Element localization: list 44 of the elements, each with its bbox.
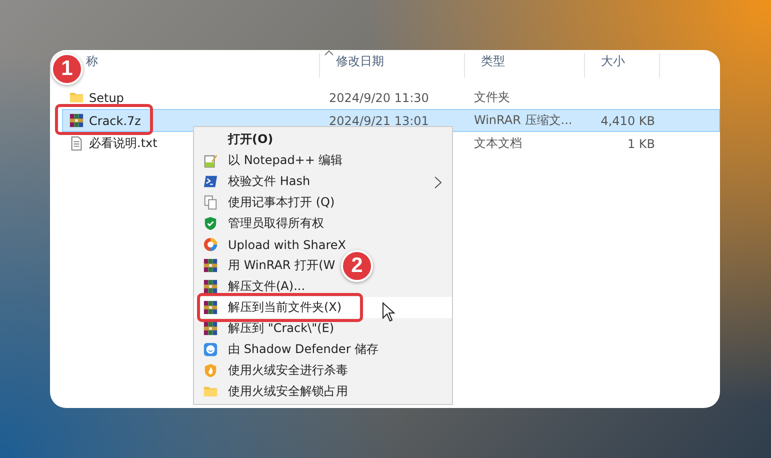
menu-item[interactable]: Upload with ShareX [203,237,346,252]
menu-item[interactable]: 校验文件 Hash [203,173,310,190]
menu-item[interactable]: 打开(O) [203,131,274,148]
smiley-badge-icon [203,342,218,357]
column-header[interactable]: 类型 [481,54,505,68]
file-name[interactable]: Setup [89,90,124,104]
shield-icon [203,216,218,231]
sort-caret-icon [324,50,334,56]
copy-icon [203,195,218,210]
file-name[interactable]: Crack.7z [89,114,141,128]
menu-item[interactable]: 用 WinRAR 打开(W [203,257,336,274]
menu-item[interactable]: 使用记事本打开 (Q) [203,194,335,211]
file-name[interactable]: 必看说明.txt [89,135,158,152]
menu-item[interactable]: 以 Notepad++ 编辑 [203,152,343,169]
menu-item[interactable]: 解压文件(A)... [203,278,306,295]
column-header[interactable]: 称 [86,54,98,68]
modified-date: 2024/9/20 11:30 [329,90,429,104]
circular-logo-icon [203,237,218,252]
file-type: 文本文档 [474,136,522,150]
file-type: WinRAR 压缩文... [474,113,572,127]
menu-item[interactable]: 解压到当前文件夹(X) [203,299,342,316]
terminal-icon [203,174,218,189]
menu-item[interactable]: 使用火绒安全进行杀毒 [203,362,348,379]
modified-date: 2024/9/21 13:01 [329,114,429,128]
flame-icon [203,363,218,378]
column-header[interactable]: 修改日期 [336,54,384,68]
column-header[interactable]: 大小 [601,54,625,68]
file-size: 1 KB [627,136,655,150]
archive-icon [203,321,218,336]
menu-item[interactable]: 解压到 "Crack\"(E) [203,320,334,337]
archive-icon [69,113,84,128]
menu-item[interactable]: 管理员取得所有权 [203,215,324,232]
folder-icon [203,384,218,399]
menu-item[interactable]: 由 Shadow Defender 储存 [203,341,379,358]
archive-icon [203,258,218,273]
file-type: 文件夹 [474,90,510,104]
step-badge: 1 [51,53,83,85]
archive-icon [203,300,218,315]
archive-icon [203,279,218,294]
document-icon [69,136,84,151]
folder-icon [69,90,84,105]
menu-item[interactable]: 使用火绒安全解锁占用 [203,383,348,400]
notepad-icon [203,153,218,168]
file-size: 4,410 KB [600,114,655,128]
